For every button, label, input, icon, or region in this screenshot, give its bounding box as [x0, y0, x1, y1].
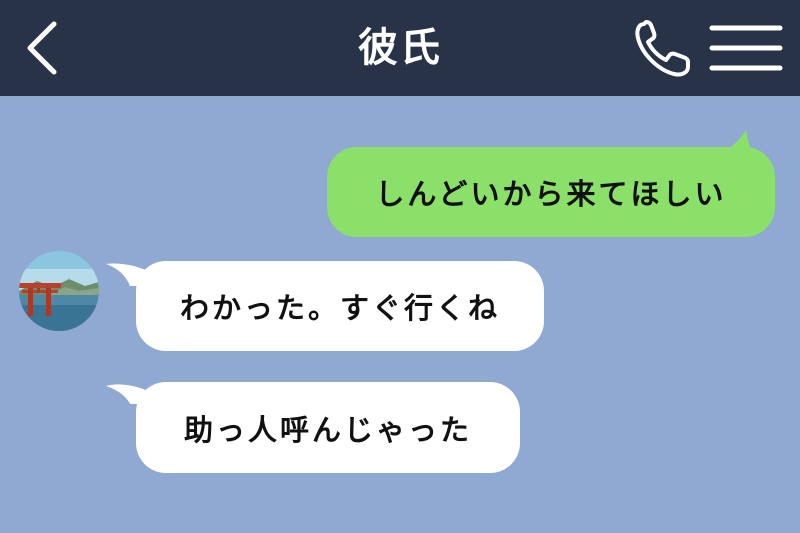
phone-icon: [635, 20, 690, 77]
message-text: わかった。すぐ行くね: [179, 291, 500, 325]
menu-button[interactable]: [708, 22, 784, 76]
contact-avatar[interactable]: [19, 251, 99, 331]
torii-gate-photo-avatar: [19, 251, 99, 331]
message-bubble-sent[interactable]: しんどいから来てほしい: [327, 147, 775, 237]
message-text: 助っ人呼んじゃった: [183, 412, 472, 447]
chat-header: 彼氏: [0, 0, 800, 96]
message-bubble-received[interactable]: わかった。すぐ行くね: [136, 261, 544, 351]
message-bubble-received[interactable]: 助っ人呼んじゃった: [136, 382, 520, 473]
call-button[interactable]: [630, 16, 700, 82]
hamburger-menu-icon: [709, 25, 783, 71]
message-text: しんどいから来てほしい: [375, 177, 727, 211]
